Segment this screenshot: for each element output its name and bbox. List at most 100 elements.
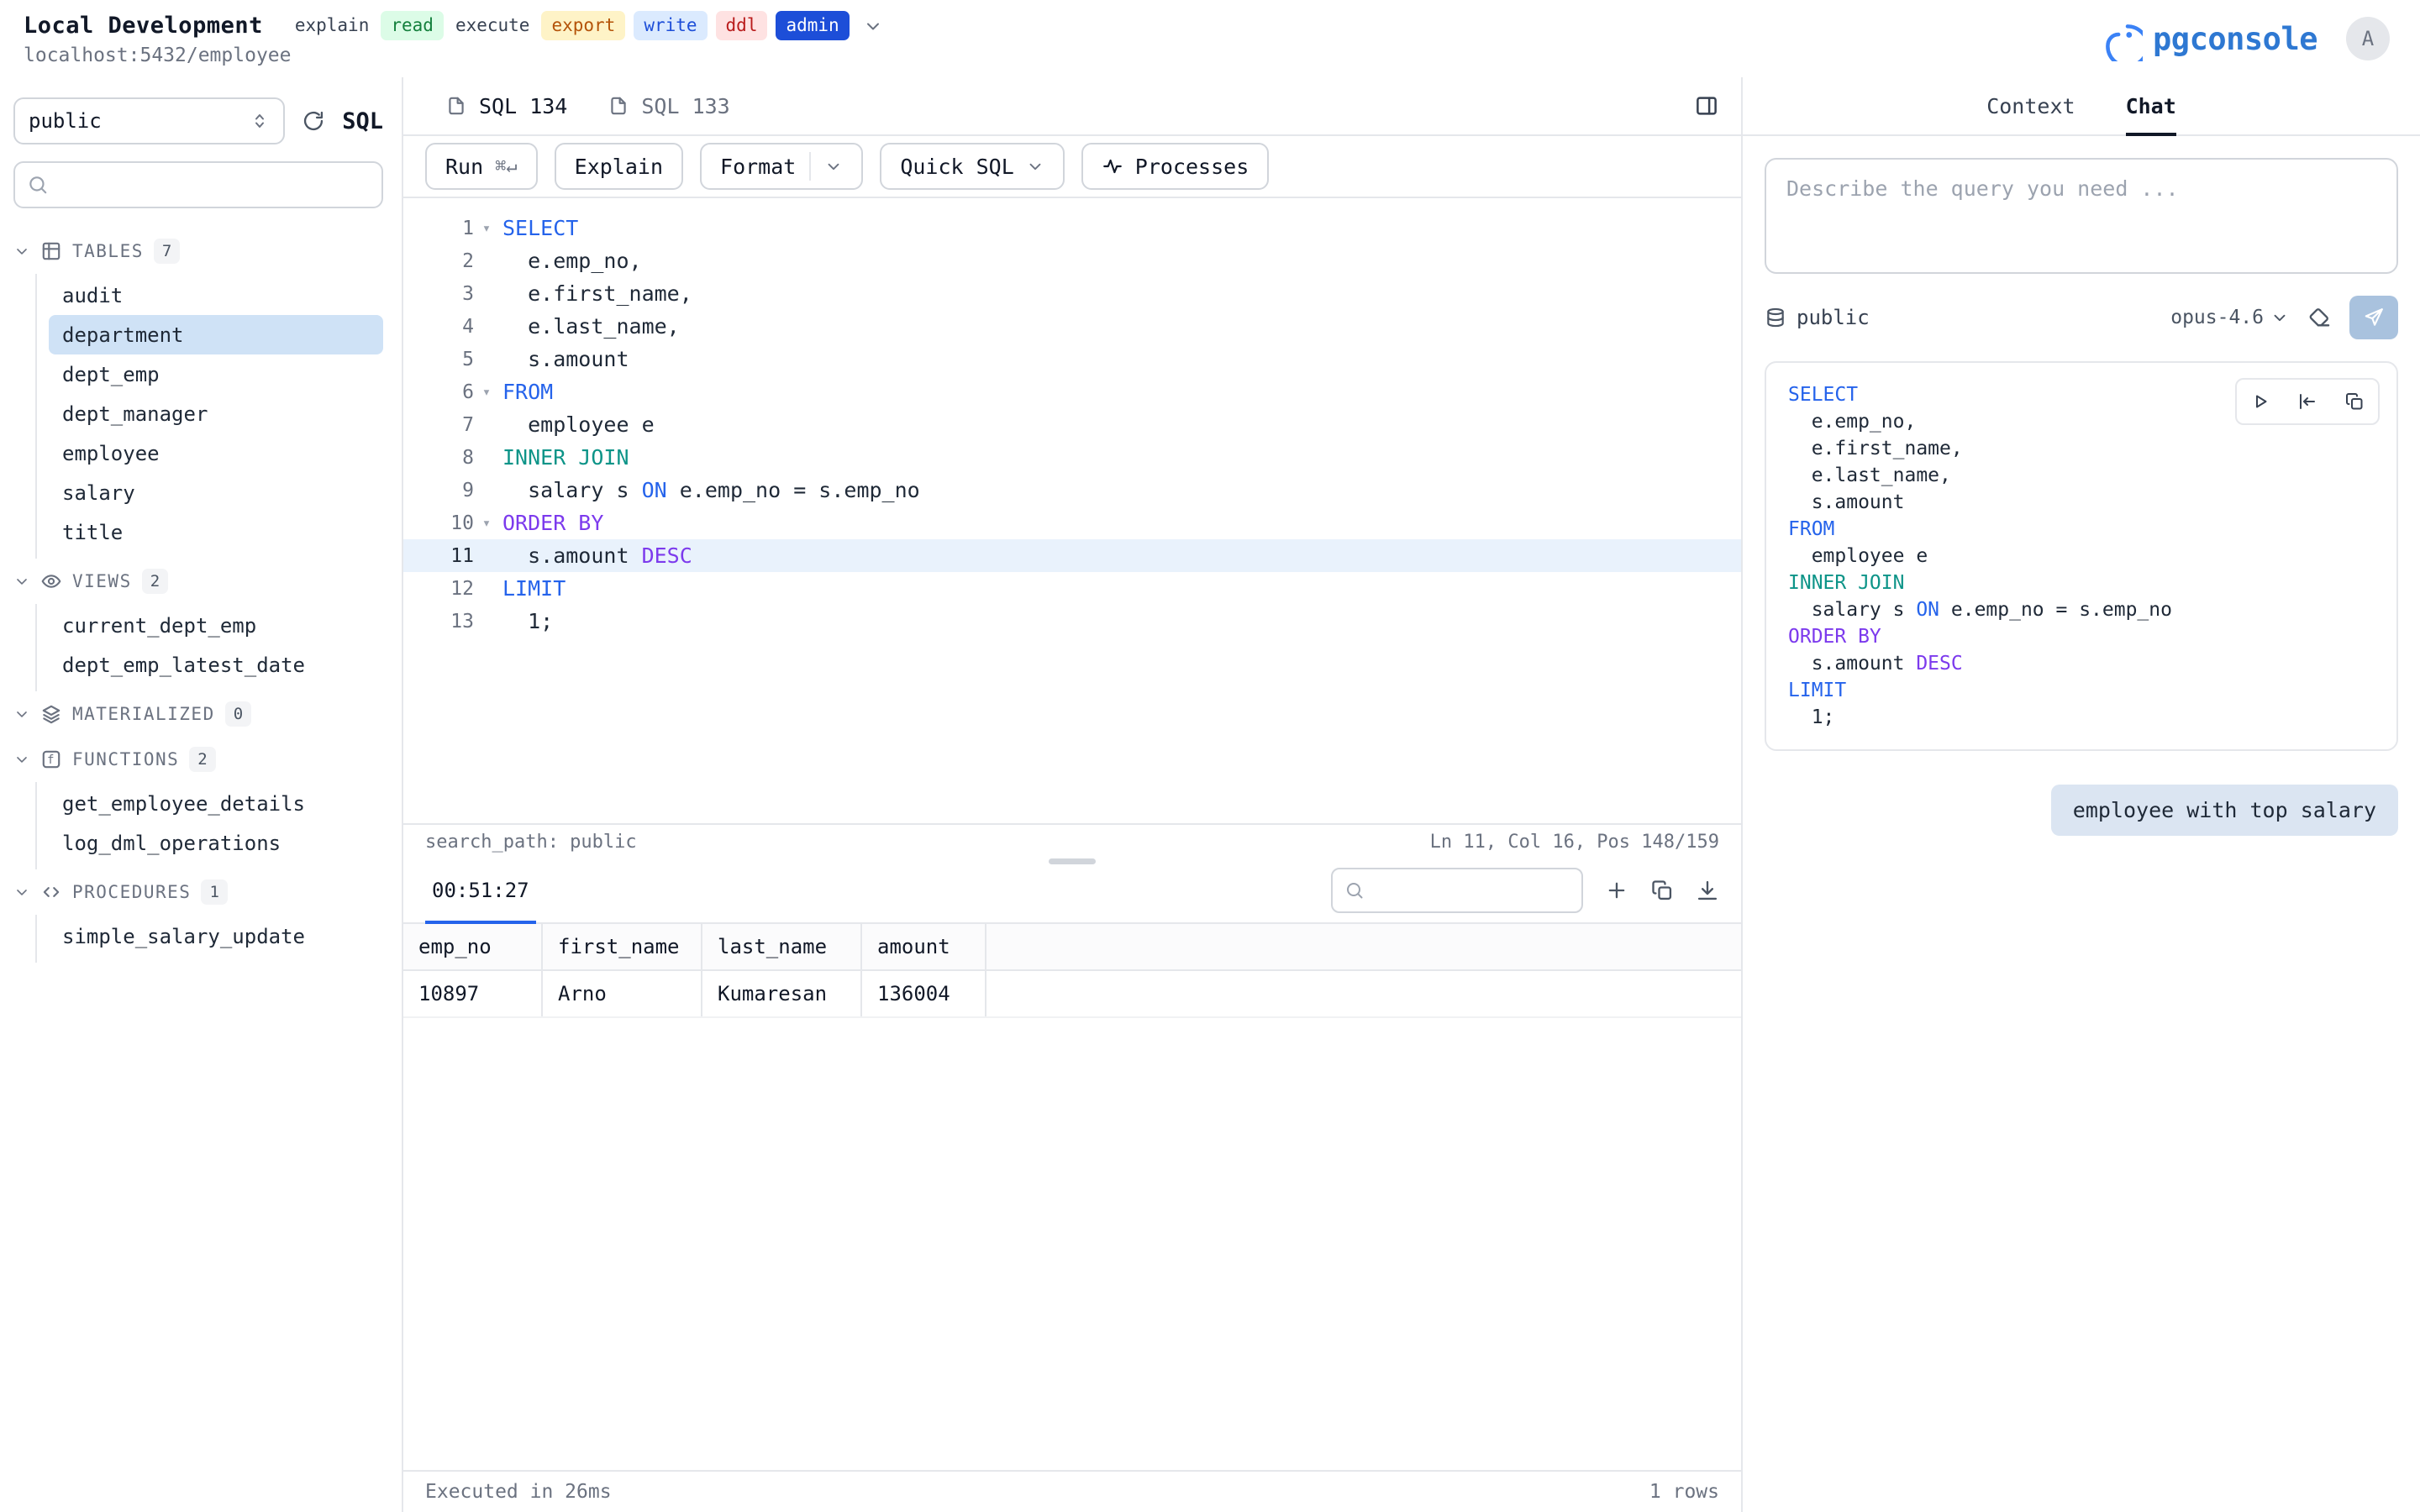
processes-label: Processes xyxy=(1135,155,1249,179)
section-label: VIEWS xyxy=(72,571,132,591)
sidebar-item-dept_emp_latest_date[interactable]: dept_emp_latest_date xyxy=(49,645,383,685)
sidebar-item-get_employee_details[interactable]: get_employee_details xyxy=(49,784,383,823)
chevron-down-icon[interactable] xyxy=(824,157,843,176)
sidebar-item-dept_emp[interactable]: dept_emp xyxy=(49,354,383,394)
processes-button[interactable]: Processes xyxy=(1081,143,1269,190)
code-line[interactable]: 11 s.amount DESC xyxy=(403,539,1741,572)
explain-button[interactable]: Explain xyxy=(555,143,683,190)
table-cell-filler xyxy=(986,971,1741,1016)
sidebar-search[interactable] xyxy=(13,161,383,208)
code-line[interactable]: 13 1; xyxy=(403,605,1741,638)
code-line[interactable]: 12LIMIT xyxy=(403,572,1741,605)
query-prompt-input[interactable] xyxy=(1765,158,2398,274)
code-text: INNER JOIN xyxy=(499,445,629,470)
header-more-chevron-icon[interactable] xyxy=(863,16,883,36)
code-line[interactable]: 5 s.amount xyxy=(403,343,1741,375)
avatar[interactable]: A xyxy=(2346,17,2390,60)
result-timer-tab[interactable]: 00:51:27 xyxy=(425,858,536,922)
sql-line: INNER JOIN xyxy=(1788,570,2375,596)
split-panel-icon xyxy=(1694,93,1719,118)
code-line[interactable]: 1▾SELECT xyxy=(403,212,1741,244)
column-header-last_name[interactable]: last_name xyxy=(702,924,862,969)
eraser-icon xyxy=(2307,306,2331,329)
pulse-icon xyxy=(1102,155,1123,177)
add-result-tab-button[interactable] xyxy=(1605,879,1628,902)
line-number: 8 xyxy=(403,447,474,469)
app-root: Local Development explainreadexecuteexpo… xyxy=(0,0,2420,1512)
table-row[interactable]: 10897ArnoKumaresan136004 xyxy=(403,971,1741,1018)
table-cell: 10897 xyxy=(403,971,543,1016)
section-functions[interactable]: fFUNCTIONS2 xyxy=(13,737,383,782)
quick-sql-button[interactable]: Quick SQL xyxy=(880,143,1064,190)
refresh-icon xyxy=(302,109,325,133)
copy-results-button[interactable] xyxy=(1650,879,1674,902)
section-materialized[interactable]: MATERIALIZED0 xyxy=(13,691,383,737)
header-badges: explainreadexecuteexportwriteddladmin xyxy=(292,11,850,40)
chevron-down-icon xyxy=(1026,157,1044,176)
download-results-button[interactable] xyxy=(1696,879,1719,902)
code-line[interactable]: 9 salary s ON e.emp_no = s.emp_no xyxy=(403,474,1741,507)
clear-chat-button[interactable] xyxy=(2307,306,2331,329)
code-line[interactable]: 8 INNER JOIN xyxy=(403,441,1741,474)
prompt-meta-row: public opus-4.6 xyxy=(1765,294,2398,341)
sidebar-item-audit[interactable]: audit xyxy=(49,276,383,315)
code-line[interactable]: 6▾FROM xyxy=(403,375,1741,408)
section-items: auditdepartmentdept_empdept_manageremplo… xyxy=(35,274,383,559)
code-text: 1; xyxy=(499,609,553,633)
section-views[interactable]: VIEWS2 xyxy=(13,559,383,604)
assistant-panel: Context Chat public opus-4.6 xyxy=(1741,77,2420,1512)
column-header-filler xyxy=(986,924,1741,969)
code-text: e.first_name, xyxy=(499,281,692,306)
model-select[interactable]: opus-4.6 xyxy=(2170,307,2289,328)
code-editor[interactable]: 1▾SELECT2 e.emp_no,3 e.first_name,4 e.la… xyxy=(403,198,1741,823)
splitter-handle[interactable] xyxy=(1049,858,1096,864)
search-icon xyxy=(27,174,49,196)
chat-body: public opus-4.6 xyxy=(1743,136,2420,1512)
sql-line: FROM xyxy=(1788,516,2375,543)
panel-toggle-button[interactable] xyxy=(1694,93,1719,118)
sidebar-item-salary[interactable]: salary xyxy=(49,473,383,512)
sidebar-item-department[interactable]: department xyxy=(49,315,383,354)
schema-chip[interactable]: public xyxy=(1765,306,1870,329)
results-search-input[interactable] xyxy=(1373,879,1570,901)
send-button[interactable] xyxy=(2349,296,2398,339)
column-header-amount[interactable]: amount xyxy=(862,924,986,969)
search-icon xyxy=(1344,880,1365,900)
code-text: SELECT xyxy=(499,216,578,240)
insert-sql-button[interactable] xyxy=(2284,380,2331,423)
section-count-badge: 1 xyxy=(201,879,227,905)
section-items: current_dept_empdept_emp_latest_date xyxy=(35,604,383,691)
model-name: opus-4.6 xyxy=(2170,307,2264,328)
copy-sql-button[interactable] xyxy=(2331,380,2378,423)
format-button[interactable]: Format xyxy=(700,143,863,190)
section-procedures[interactable]: PROCEDURES1 xyxy=(13,869,383,915)
section-count-badge: 0 xyxy=(225,701,251,727)
code-line[interactable]: 7 employee e xyxy=(403,408,1741,441)
section-tables[interactable]: TABLES7 xyxy=(13,228,383,274)
refresh-button[interactable] xyxy=(302,109,325,133)
run-sql-button[interactable] xyxy=(2237,380,2284,423)
tab-sql-133[interactable]: SQL 133 xyxy=(587,77,750,134)
code-line[interactable]: 10▾ORDER BY xyxy=(403,507,1741,539)
sidebar-item-simple_salary_update[interactable]: simple_salary_update xyxy=(49,916,383,956)
results-search[interactable] xyxy=(1331,868,1583,913)
sidebar-search-input[interactable] xyxy=(59,173,370,197)
sidebar-item-current_dept_emp[interactable]: current_dept_emp xyxy=(49,606,383,645)
tab-chat[interactable]: Chat xyxy=(2126,77,2176,134)
sidebar-item-dept_manager[interactable]: dept_manager xyxy=(49,394,383,433)
sidebar-item-title[interactable]: title xyxy=(49,512,383,552)
tab-context[interactable]: Context xyxy=(1986,77,2075,134)
sidebar-item-employee[interactable]: employee xyxy=(49,433,383,473)
tab-sql-134[interactable]: SQL 134 xyxy=(425,77,587,134)
schema-select[interactable]: public xyxy=(13,97,285,144)
code-text: employee e xyxy=(499,412,655,437)
code-line[interactable]: 2 e.emp_no, xyxy=(403,244,1741,277)
code-line[interactable]: 3 e.first_name, xyxy=(403,277,1741,310)
sql-line: s.amount xyxy=(1788,489,2375,516)
column-header-emp_no[interactable]: emp_no xyxy=(403,924,543,969)
column-header-first_name[interactable]: first_name xyxy=(543,924,702,969)
code-text: salary s ON e.emp_no = s.emp_no xyxy=(499,478,920,502)
run-button[interactable]: Run ⌘↵ xyxy=(425,143,538,190)
code-line[interactable]: 4 e.last_name, xyxy=(403,310,1741,343)
sidebar-item-log_dml_operations[interactable]: log_dml_operations xyxy=(49,823,383,863)
